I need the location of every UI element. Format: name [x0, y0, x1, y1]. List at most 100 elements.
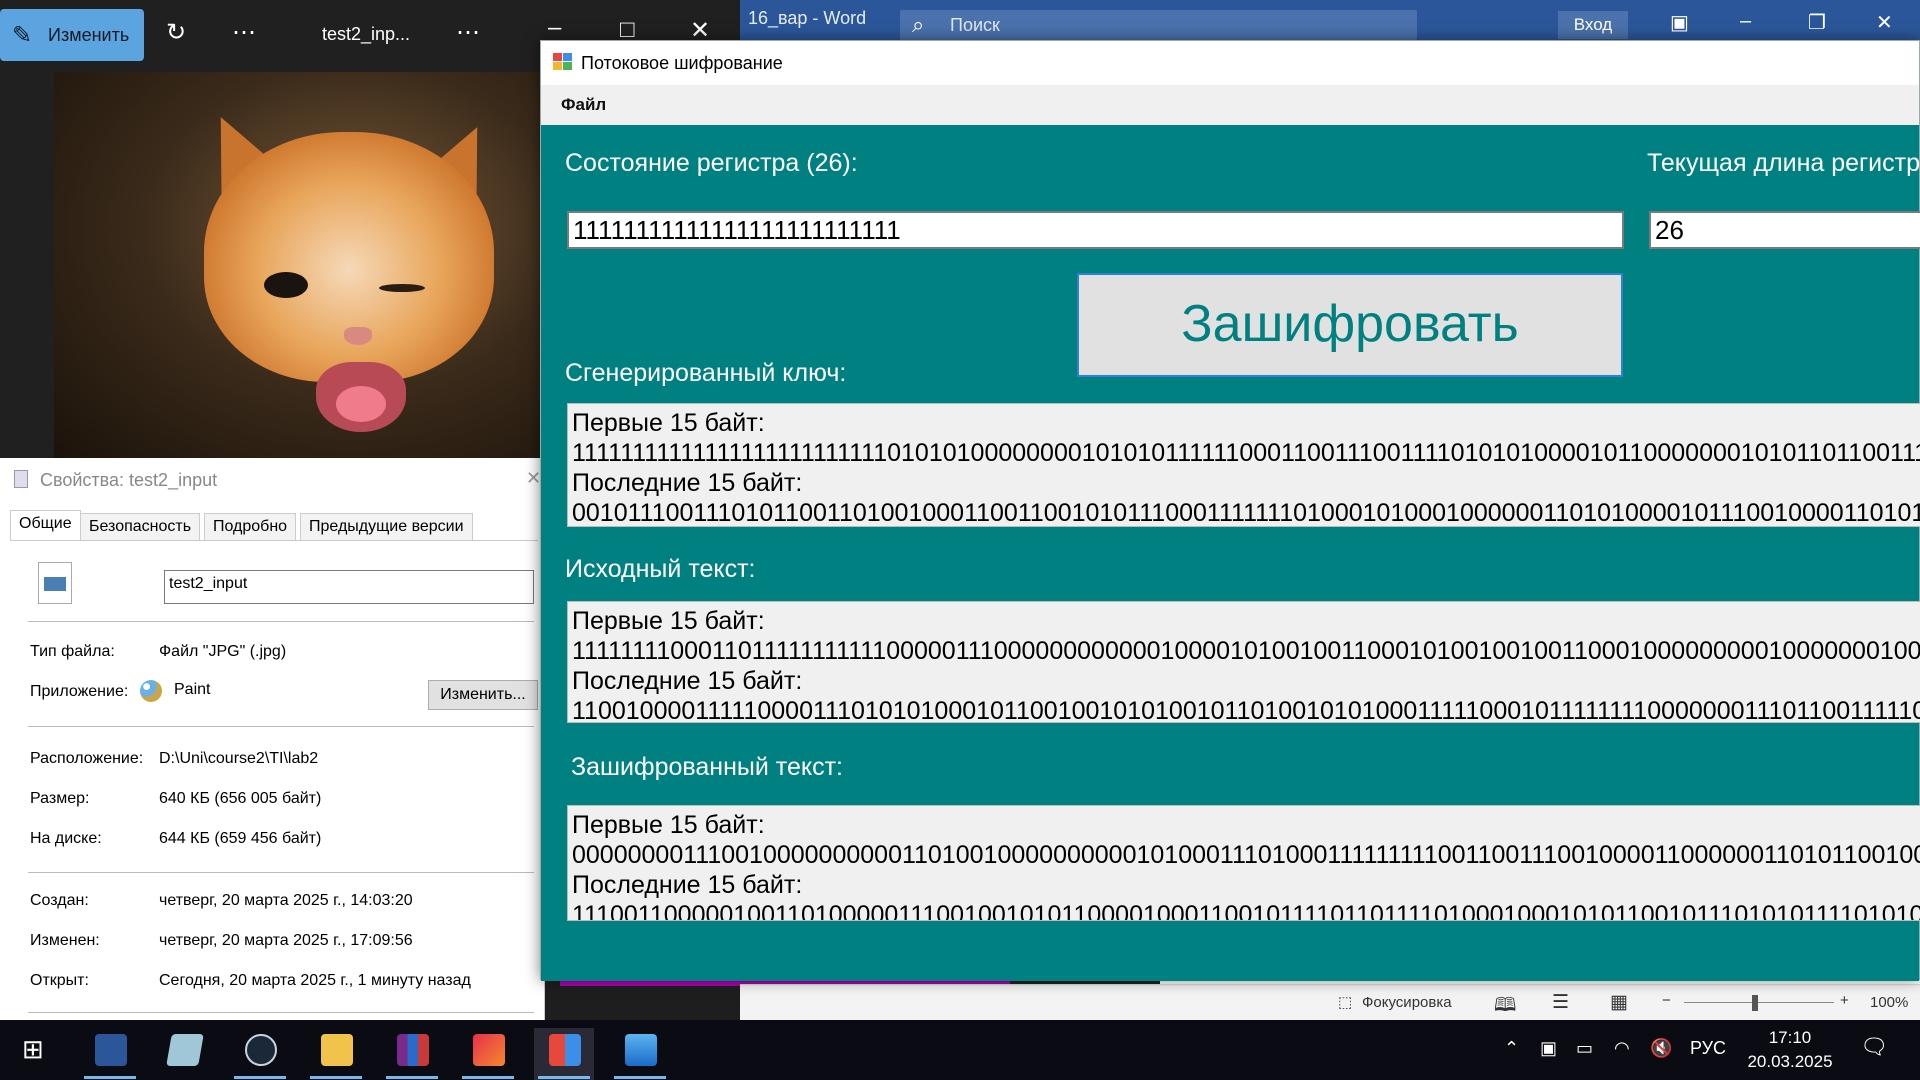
taskbar-winrar[interactable]	[382, 1028, 442, 1080]
encrypted-label: Зашифрованный текст:	[571, 753, 843, 781]
properties-title: Свойства: test2_input	[40, 470, 218, 490]
minimize-icon[interactable]: –	[548, 14, 561, 42]
cipher-title: Потоковое шифрование	[581, 53, 783, 73]
cipher-titlebar: Потоковое шифрование	[541, 41, 1919, 85]
close-icon[interactable]: ✕	[1876, 10, 1893, 35]
taskbar-photos[interactable]	[610, 1028, 670, 1080]
cat-eye	[264, 272, 308, 298]
tab-details[interactable]: Подробно	[204, 513, 297, 541]
prop-label: Размер:	[30, 790, 90, 807]
input-language[interactable]: РУС	[1690, 1038, 1726, 1059]
menu-file[interactable]: Файл	[561, 95, 606, 115]
prop-label: Тип файла:	[30, 643, 115, 660]
key-textbox[interactable]: Первые 15 байт: 111111111111111111111111…	[567, 403, 1920, 527]
prop-value: 644 КБ (659 456 байт)	[159, 830, 322, 847]
taskbar-cipher-app[interactable]	[534, 1028, 594, 1080]
length-label: Текущая длина регистра	[1647, 149, 1920, 177]
web-layout-icon[interactable]: ▦	[1610, 991, 1628, 1014]
prop-label: Расположение:	[30, 750, 144, 767]
key-label: Сгенерированный ключ:	[565, 359, 847, 387]
properties-titlebar: Свойства: test2_input ✕	[0, 458, 544, 502]
zoom-slider-thumb[interactable]	[1752, 995, 1758, 1011]
chevron-up-icon[interactable]: ⌃	[1504, 1038, 1519, 1059]
prop-value: Paint	[174, 681, 211, 698]
ribbon-display-icon[interactable]: ▣	[1670, 10, 1689, 35]
clock-time: 17:10	[1768, 1028, 1812, 1047]
word-doc-title: 16_вар - Word	[748, 8, 867, 28]
source-textbox[interactable]: Первые 15 байт: 111111110001101111111111…	[567, 601, 1920, 723]
minimize-icon[interactable]: –	[1740, 10, 1751, 33]
image-file-icon	[38, 562, 72, 604]
tab-security[interactable]: Безопасность	[80, 513, 201, 541]
meet-now-icon[interactable]: ▣	[1540, 1038, 1557, 1059]
read-mode-icon[interactable]: 🕮	[1494, 991, 1516, 1023]
zoom-in-icon[interactable]: +	[1840, 992, 1849, 1009]
taskbar-rider[interactable]	[458, 1028, 518, 1080]
restore-icon[interactable]: ❐	[1808, 10, 1826, 35]
taskbar-clock[interactable]: 17:10 20.03.2025	[1740, 1026, 1840, 1074]
paint-icon	[140, 680, 162, 702]
key-first-bits: 1111111111111111111111111101010100000000…	[572, 439, 1920, 467]
battery-icon[interactable]: ▭	[1576, 1038, 1593, 1059]
properties-dialog: Свойства: test2_input ✕ Общие Безопаснос…	[0, 458, 545, 1020]
last-bytes-label: Последние 15 байт:	[572, 667, 803, 695]
rotate-icon[interactable]: ↻	[166, 18, 186, 47]
cat-eye	[379, 284, 425, 292]
notifications-icon[interactable]: 🗨	[1860, 1034, 1888, 1060]
enc-last-bits: 1110011000001001101000001110010010101100…	[572, 901, 1920, 921]
more-icon[interactable]: ⋯	[232, 18, 256, 47]
last-bytes-label: Последние 15 байт:	[572, 871, 803, 899]
first-bytes-label: Первые 15 байт:	[572, 811, 765, 839]
divider	[28, 1012, 534, 1013]
focus-mode-label[interactable]: Фокусировка	[1362, 994, 1452, 1011]
more-icon[interactable]: ⋯	[456, 18, 480, 47]
cat-nose	[344, 327, 372, 345]
rider-icon	[473, 1034, 505, 1066]
menu-bar: Файл	[541, 85, 1919, 125]
prop-label: Приложение:	[30, 683, 129, 700]
close-icon[interactable]: ✕	[526, 468, 541, 489]
volume-muted-icon[interactable]: 🔇	[1650, 1038, 1672, 1059]
taskbar-word[interactable]	[80, 1028, 140, 1080]
register-input[interactable]: 11111111111111111111111111	[567, 211, 1624, 249]
kitten-photo	[54, 72, 554, 462]
winforms-app-icon	[553, 53, 573, 71]
clock-date: 20.03.2025	[1747, 1052, 1833, 1071]
encrypt-button[interactable]: Зашифровать	[1077, 273, 1623, 377]
cat-mouth	[316, 362, 406, 432]
tab-general[interactable]: Общие	[10, 510, 81, 541]
taskbar-explorer[interactable]	[306, 1028, 366, 1080]
word-login-button[interactable]: Вход	[1558, 11, 1628, 39]
prop-value: Сегодня, 20 марта 2025 г., 1 минуту наза…	[159, 972, 471, 989]
tab-previous-versions[interactable]: Предыдущие версии	[300, 513, 473, 541]
prop-value: D:\Uni\course2\TI\lab2	[159, 750, 319, 767]
src-last-bits: 1100100001111100001110101010001011001001…	[572, 697, 1920, 723]
windows-start-icon[interactable]: ⊞	[22, 1034, 44, 1065]
taskbar-notes[interactable]	[154, 1028, 214, 1080]
zoom-level[interactable]: 100%	[1870, 994, 1908, 1011]
zoom-out-icon[interactable]: −	[1662, 992, 1671, 1009]
winrar-icon	[397, 1034, 429, 1066]
cipher-window: Потоковое шифрование Файл Состояние реги…	[540, 40, 1920, 981]
wifi-icon[interactable]: ◠	[1614, 1038, 1630, 1059]
file-name-field[interactable]: test2_input	[164, 570, 534, 604]
taskbar-steam[interactable]	[230, 1028, 290, 1080]
first-bytes-label: Первые 15 байт:	[572, 607, 765, 635]
prop-label: Открыт:	[30, 972, 89, 989]
encrypted-textbox[interactable]: Первые 15 байт: 000000001110010000000000…	[567, 805, 1920, 921]
divider	[28, 621, 534, 622]
zoom-slider-track[interactable]	[1684, 1002, 1834, 1003]
focus-icon[interactable]: ⬚	[1338, 993, 1352, 1011]
edit-button-label: Изменить	[48, 25, 130, 45]
src-first-bits: 1111111100011011111111111000001110000000…	[572, 637, 1920, 665]
photo-file-name: test2_inp...	[322, 24, 411, 44]
prop-value: четверг, 20 марта 2025 г., 17:09:56	[159, 932, 413, 949]
photos-icon	[625, 1034, 657, 1066]
change-app-button[interactable]: Изменить...	[428, 680, 538, 710]
print-layout-icon[interactable]: ☰	[1552, 991, 1569, 1014]
register-label: Состояние регистра (26):	[565, 149, 858, 177]
cat-head	[204, 132, 494, 382]
word-search-box[interactable]: ⌕ Поиск	[900, 10, 1417, 40]
edit-button[interactable]: ✎ Изменить	[0, 9, 144, 61]
length-input[interactable]: 26	[1649, 211, 1920, 249]
